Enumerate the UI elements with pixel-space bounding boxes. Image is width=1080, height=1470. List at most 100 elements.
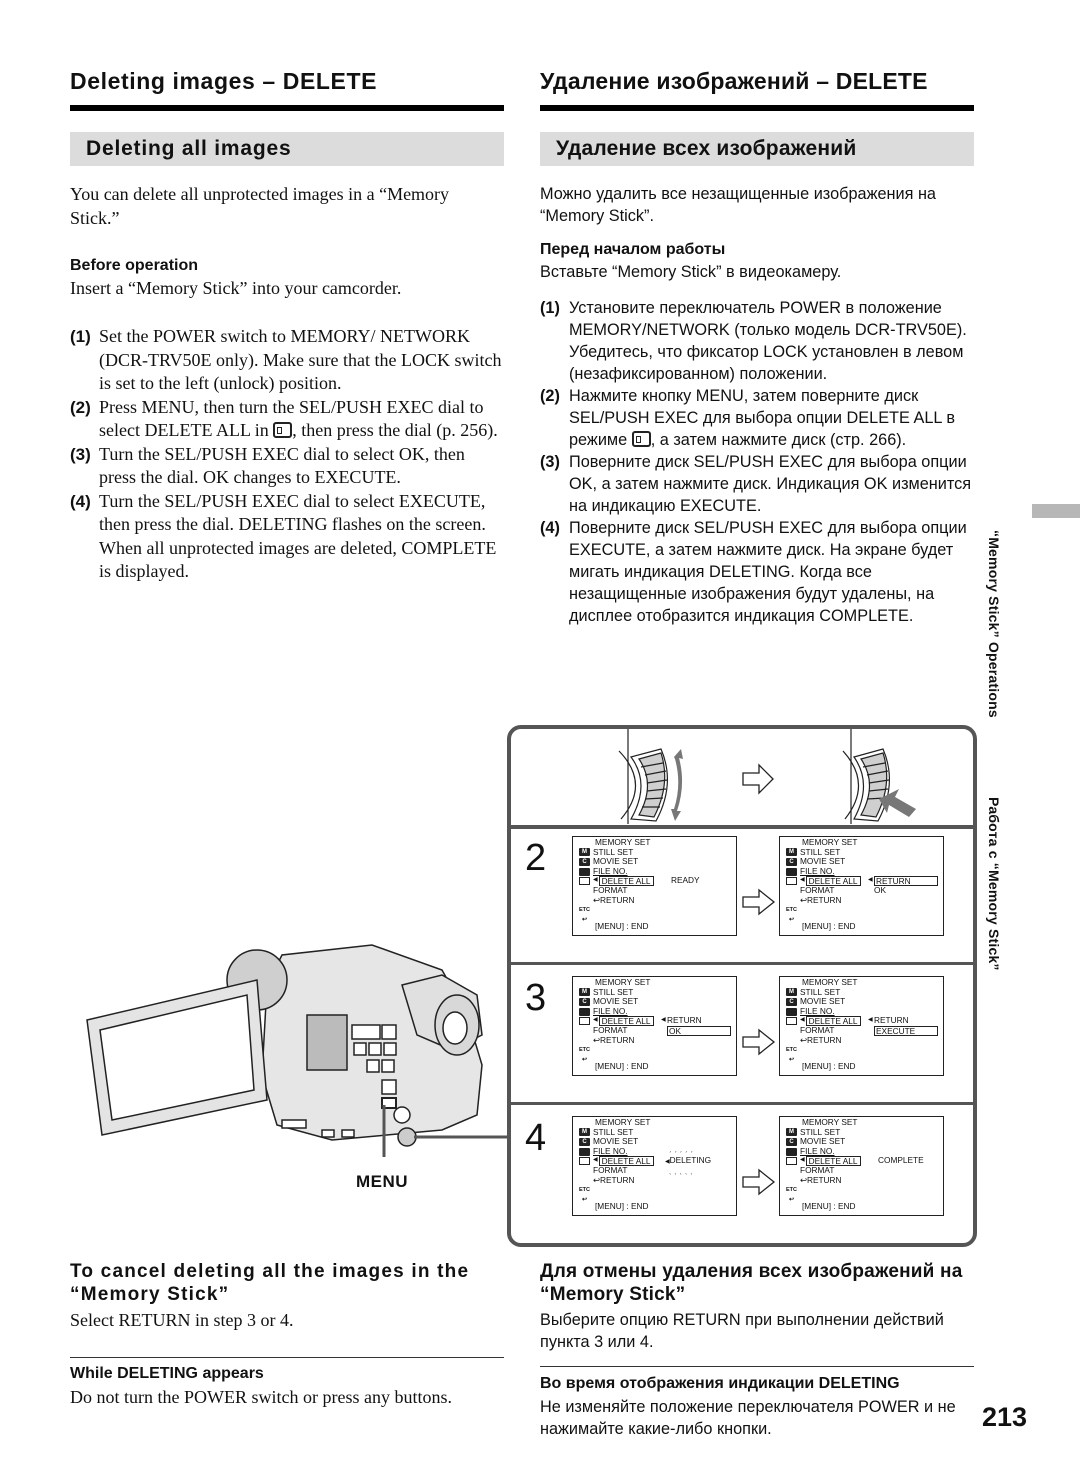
return-item: RETURN [599, 1034, 635, 1045]
option-label: RETURN [874, 1015, 909, 1026]
step-3-en: (3) Turn the SEL/PUSH EXEC dial to selec… [70, 443, 506, 490]
intro-ru: Можно удалить все незащищенные изображен… [540, 185, 936, 225]
status-text: COMPLETE [878, 1156, 924, 1166]
menu-screen-s3a: MEMORY SET M STILL SET C MOVIE SET FILE NO. ◀ D… [572, 976, 737, 1076]
divider-en [70, 1357, 504, 1358]
return-item: RETURN [599, 894, 635, 905]
menu-category-icon [579, 887, 590, 895]
option-return[interactable]: RETURN [874, 1016, 909, 1026]
etc-icon: ETC [579, 906, 590, 913]
back-icon: ↩ [788, 1196, 795, 1203]
title-rule-en [70, 105, 504, 111]
step-2-en: (2) Press MENU, then turn the SEL/PUSH E… [70, 396, 506, 443]
step-text: Set the POWER switch to MEMORY/ NETWORK … [99, 326, 502, 393]
return-icon: ↩ [800, 1174, 807, 1185]
menu-item-label: FILE NO. [593, 1145, 628, 1156]
menu-category-icon [579, 1157, 590, 1166]
option-confirm[interactable]: OK [874, 885, 886, 896]
menu-category-icon [786, 1007, 797, 1016]
side-tab-label-en: “Memory Stick” Operations [986, 530, 1002, 718]
menu-item: ↩ RETURN [786, 1034, 861, 1046]
step-number: (2) [70, 397, 91, 417]
step-number: (4) [540, 519, 560, 537]
menu-category-icon: M [579, 988, 590, 997]
menu-list: MEMORY SET M STILL SET C MOVIE SET FILE NO. ◀ D… [786, 977, 861, 1064]
menu-item-label: FILE NO. [593, 1005, 628, 1016]
menu-item-label: FILE NO. [800, 1145, 835, 1156]
menu-item-label: FILE NO. [593, 865, 628, 876]
memory-mode-icon [631, 431, 651, 447]
menu-list: MEMORY SET M STILL SET C MOVIE SET FILE NO. ◀ D… [579, 1117, 654, 1204]
menu-category-icon [786, 1027, 797, 1035]
menu-item-etc: ETC [579, 905, 654, 915]
step-4-ru: (4) Поверните диск SEL/PUSH EXEC для выб… [540, 517, 980, 627]
step-3-ru: (3) Поверните диск SEL/PUSH EXEC для выб… [540, 451, 980, 517]
menu-item-etc: ETC [579, 1045, 654, 1055]
step-number: (1) [70, 327, 91, 346]
return-icon: ↩ [800, 1034, 807, 1045]
side-tab-marker [1032, 504, 1080, 518]
option-return[interactable]: RETURN [667, 1016, 702, 1026]
menu-category-icon [786, 887, 797, 895]
menu-category-icon [786, 1167, 797, 1175]
menu-category-icon [786, 1036, 797, 1044]
while-deleting-heading-ru: Во время отображения индикации DELETING [540, 1375, 900, 1392]
section-heading-ru: Удаление всех изображений [540, 132, 974, 166]
status-label: READY [671, 875, 700, 886]
step-text: Turn the SEL/PUSH EXEC dial to select EX… [99, 490, 497, 582]
option-label: OK [669, 1026, 681, 1036]
menu-item: ↩ RETURN [579, 894, 654, 906]
menu-category-icon [579, 1176, 590, 1184]
menu-item-label: FILE NO. [800, 1005, 835, 1016]
menu-category-icon [579, 1167, 590, 1175]
steps-ru: (1) Установите переключатель POWER в пол… [540, 297, 980, 627]
menu-item: ↩ RETURN [579, 1174, 654, 1186]
return-icon: ↩ [593, 1174, 600, 1185]
return-icon: ↩ [593, 1034, 600, 1045]
menu-category-icon [579, 896, 590, 904]
row-divider [511, 1102, 973, 1105]
menu-screen-s2b: MEMORY SET M STILL SET C MOVIE SET FILE NO. ◀ D… [779, 836, 944, 936]
cancel-text-ru: Выберите опцию RETURN при выполнении дей… [540, 1311, 944, 1351]
menu-item-etc: ETC [579, 1185, 654, 1195]
option-label: RETURN [667, 1015, 702, 1026]
menu-item-etc: ETC [786, 1185, 861, 1195]
while-deleting-text-en: Do not turn the POWER switch or press an… [70, 1387, 452, 1407]
back-icon: ↩ [581, 1056, 588, 1063]
menu-category-icon: C [786, 1137, 797, 1146]
return-icon: ↩ [593, 894, 600, 905]
etc-icon: ETC [786, 906, 797, 913]
menu-item: FILE NO. [786, 1005, 861, 1017]
menu-item: ↩ RETURN [786, 1174, 861, 1186]
menu-item-etc: ETC [786, 1045, 861, 1055]
menu-item: FILE NO. [579, 1145, 654, 1157]
etc-icon: ETC [579, 1046, 590, 1053]
option-confirm[interactable]: EXECUTE [874, 1026, 938, 1036]
flashing-indicator: ˊˊˊˊˊ ˋˋˋˋˋ [669, 1152, 696, 1181]
menu-category-icon: M [579, 1128, 590, 1137]
cancel-heading-en: To cancel deleting all the images in the… [70, 1261, 470, 1305]
menu-category-icon [579, 1036, 590, 1044]
menu-category-icon: C [579, 997, 590, 1006]
next-step-arrow-icon [742, 888, 776, 916]
menu-category-icon: C [786, 997, 797, 1006]
menu-screen-s3b: MEMORY SET M STILL SET C MOVIE SET FILE NO. ◀ D… [779, 976, 944, 1076]
before-operation-text-en: Insert a “Memory Stick” into your camcor… [70, 278, 402, 298]
option-confirm[interactable]: OK [667, 1026, 731, 1036]
return-icon: ↩ [800, 894, 807, 905]
option-pointer-icon: ◀ [868, 1017, 873, 1024]
status-label: COMPLETE [878, 1155, 924, 1166]
menu-item-label: FILE NO. [800, 865, 835, 876]
while-deleting-text-ru: Не изменяйте положение переключателя POW… [540, 1398, 956, 1438]
menu-item: FILE NO. [786, 865, 861, 877]
menu-category-icon [786, 867, 797, 876]
menu-category-icon [786, 877, 797, 886]
menu-category-icon [579, 1147, 590, 1156]
memory-mode-icon [273, 422, 293, 438]
menu-category-icon [579, 1007, 590, 1016]
before-operation-text-ru: Вставьте “Memory Stick” в видеокамеру. [540, 263, 842, 281]
menu-screen-s2a: MEMORY SET M STILL SET C MOVIE SET FILE NO. ◀ D… [572, 836, 737, 936]
return-item: RETURN [806, 1034, 842, 1045]
menu-item: ↩ RETURN [786, 894, 861, 906]
diagram-step-2: 2 [525, 837, 547, 879]
